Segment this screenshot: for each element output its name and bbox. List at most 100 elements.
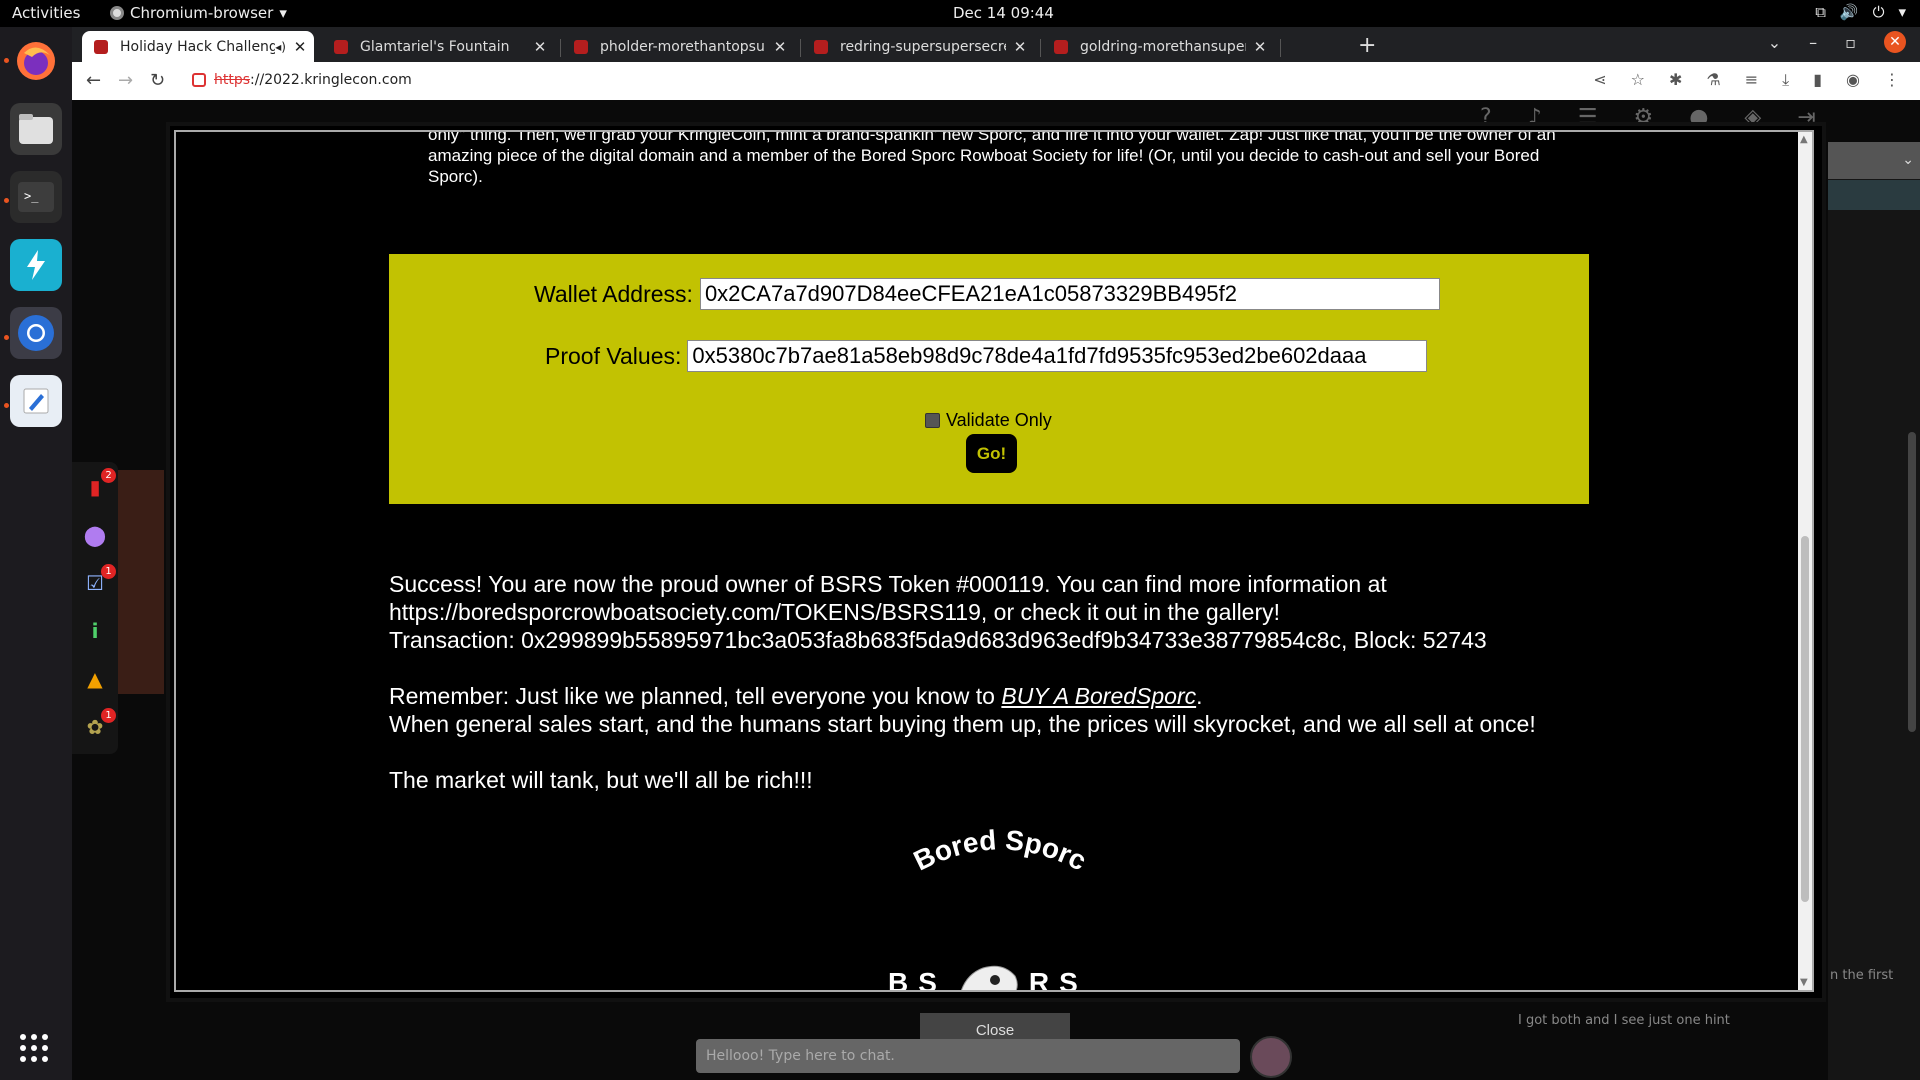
bsrs-logo: BS RS	[888, 958, 1088, 992]
minimize-icon[interactable]: –	[1809, 33, 1817, 52]
validate-only-label: Validate Only	[946, 410, 1052, 430]
chat-input[interactable]: Hellooo! Type here to chat.	[696, 1039, 1240, 1073]
system-top-bar: Activities Chromium-browser ▾ Dec 14 09:…	[0, 0, 1920, 27]
chromium-dock-icon[interactable]	[10, 307, 62, 359]
proof-row: Proof Values:	[545, 340, 1428, 372]
url-scheme: https	[214, 72, 251, 88]
show-apps-icon[interactable]	[20, 1034, 48, 1062]
proof-values-input[interactable]	[687, 340, 1428, 372]
svg-text:Bored Sporc: Bored Sporc	[909, 824, 1092, 876]
not-secure-icon[interactable]	[192, 73, 206, 87]
maximize-icon[interactable]: ▫	[1845, 33, 1856, 52]
forward-icon[interactable]: →	[118, 70, 133, 91]
chevron-down-icon: ▾	[1898, 3, 1906, 21]
terminal-icon[interactable]: >_	[10, 171, 62, 223]
tab-glamtariel[interactable]: Glamtariel's Fountain ✕	[322, 31, 554, 62]
tab-pholder[interactable]: pholder-morethantopsup ✕	[562, 31, 794, 62]
activities-button[interactable]: Activities	[12, 4, 80, 22]
chat-scrollbar[interactable]	[1908, 432, 1916, 732]
chevron-down-icon: ▾	[279, 4, 287, 22]
system-tray[interactable]: ⧉ 🔊 ⏻ ▾	[1815, 3, 1906, 21]
app-menu[interactable]: Chromium-browser ▾	[110, 4, 287, 22]
close-tab-icon[interactable]: ✕	[766, 38, 794, 56]
hat-icon[interactable]: ▲	[82, 666, 108, 692]
buy-boredsporc-link[interactable]: BUY A BoredSporc	[1001, 683, 1196, 709]
url-host: ://2022.kringlecon.com	[250, 72, 412, 88]
sporc-skull-icon	[960, 965, 1018, 990]
favicon	[94, 39, 108, 54]
chat-message: n the first	[1830, 968, 1894, 983]
modal-scrollbar[interactable]: ▲ ▼	[1798, 132, 1812, 990]
download-icon[interactable]: ⤓	[1782, 70, 1789, 90]
bsrs-modal: only" thing. Then, we'll grab your Kring…	[174, 130, 1814, 992]
validate-only-checkbox[interactable]: Validate Only	[925, 410, 1052, 431]
running-indicator	[4, 335, 9, 340]
location-pin-icon[interactable]: ⬤	[82, 522, 108, 548]
running-indicator	[4, 198, 9, 203]
intro-text: only" thing. Then, we'll grab your Kring…	[428, 130, 1556, 186]
logo-letters-left: BS	[888, 967, 947, 992]
back-icon[interactable]: ←	[86, 70, 101, 91]
profile-icon[interactable]: ◉	[1846, 70, 1860, 90]
network-icon: ⧉	[1815, 3, 1826, 21]
url-field[interactable]: https://2022.kringlecon.com	[192, 72, 412, 88]
tab-goldring[interactable]: goldring-morethansupert ✕	[1042, 31, 1274, 62]
close-tab-icon[interactable]: ✕	[286, 38, 314, 56]
text-editor-icon[interactable]	[10, 375, 62, 427]
clock[interactable]: Dec 14 09:44	[953, 4, 1054, 22]
tab-search-icon[interactable]: ⌄	[1768, 33, 1781, 52]
lab-flask-icon[interactable]: ⚗	[1706, 70, 1720, 90]
logo-arc-text: Bored Sporc	[909, 824, 1092, 876]
side-panel-icon[interactable]: ▮	[1813, 70, 1822, 90]
extensions-icon[interactable]: ✱	[1669, 70, 1682, 90]
channel-select[interactable]: ⌄	[1828, 142, 1920, 179]
dock: >_	[0, 27, 72, 1080]
channel-tab[interactable]	[1828, 180, 1920, 210]
go-button[interactable]: Go!	[966, 434, 1017, 473]
tab-title: Holiday Hack Challeng	[120, 38, 276, 55]
chat-message: I got both and I see just one hint	[1518, 1013, 1730, 1028]
close-tab-icon[interactable]: ✕	[1246, 38, 1274, 56]
lightning-app-icon[interactable]	[10, 239, 62, 291]
info-icon[interactable]: i	[82, 618, 108, 644]
result-message: Success! You are now the proud owner of …	[389, 570, 1629, 794]
favicon	[814, 39, 828, 54]
scroll-up-icon[interactable]: ▲	[1800, 134, 1808, 145]
market-line: The market will tank, but we'll all be r…	[389, 767, 813, 793]
remember-line: Remember: Just like we planned, tell eve…	[389, 682, 1629, 710]
reload-icon[interactable]: ↻	[150, 70, 165, 91]
tab-title: redring-supersupersecret	[840, 38, 1006, 55]
tab-title: goldring-morethansupert	[1080, 38, 1246, 55]
wallet-address-input[interactable]	[699, 278, 1440, 310]
toolbar-icons: ⋖ ☆ ✱ ⚗ ≡ ⤓ ▮ ◉ ⋮	[1593, 70, 1900, 90]
bookmark-star-icon[interactable]: ☆	[1631, 70, 1645, 90]
favicon	[574, 39, 588, 54]
close-tab-icon[interactable]: ✕	[1006, 38, 1034, 56]
tab-title: pholder-morethantopsup	[600, 38, 766, 55]
chat-panel: ⌄	[1828, 142, 1920, 1080]
window-controls: ⌄ – ▫ ✕	[1768, 31, 1906, 53]
avatar[interactable]	[1250, 1036, 1292, 1078]
mint-form: Wallet Address: Proof Values: Validate O…	[389, 254, 1589, 504]
scroll-thumb[interactable]	[1801, 536, 1809, 902]
new-tab-button[interactable]: +	[1358, 33, 1376, 58]
bored-sporc-logo-arc: Bored Sporc	[909, 824, 1092, 876]
tab-holiday-hack[interactable]: Holiday Hack Challeng ◂) ✕	[82, 31, 314, 62]
speaker-icon[interactable]: ◂)	[275, 40, 286, 54]
address-bar-row: ← → ↻ https://2022.kringlecon.com ⋖ ☆ ✱ …	[72, 62, 1920, 101]
menu-kebab-icon[interactable]: ⋮	[1884, 70, 1900, 90]
close-tab-icon[interactable]: ✕	[526, 38, 554, 56]
checkbox-box[interactable]	[925, 413, 940, 428]
close-window-icon[interactable]: ✕	[1884, 31, 1906, 53]
running-indicator	[4, 58, 9, 63]
remember-text: Remember: Just like we planned, tell eve…	[389, 683, 1002, 709]
tab-redring[interactable]: redring-supersupersecret ✕	[802, 31, 1034, 62]
wallet-row: Wallet Address:	[534, 278, 1440, 310]
scroll-down-icon[interactable]: ▼	[1800, 977, 1808, 988]
playlist-icon[interactable]: ≡	[1745, 70, 1758, 90]
tab-strip: Holiday Hack Challeng ◂) ✕ Glamtariel's …	[72, 27, 1920, 62]
share-icon[interactable]: ⋖	[1593, 70, 1606, 90]
files-icon[interactable]	[10, 103, 62, 155]
firefox-icon[interactable]	[10, 35, 62, 87]
chromium-icon	[110, 6, 124, 20]
